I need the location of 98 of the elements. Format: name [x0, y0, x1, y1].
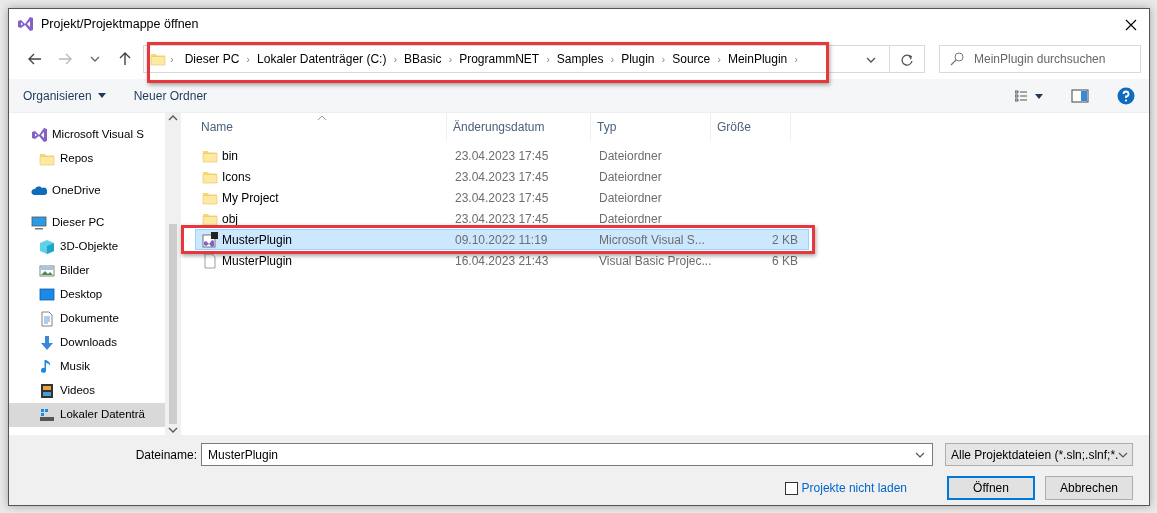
monitor-icon	[31, 215, 47, 231]
search-box[interactable]: MeinPlugin durchsuchen	[939, 45, 1141, 73]
caret-down-icon	[97, 93, 106, 100]
filename-label: Dateiname:	[135, 446, 197, 464]
picture-icon	[39, 263, 55, 279]
breadcrumb-item[interactable]: MeinPlugin	[724, 50, 791, 68]
sidebar-item[interactable]: OneDrive	[9, 179, 165, 203]
sidebar-item[interactable]: Downloads	[9, 331, 165, 355]
file-row[interactable]: bin 23.04.2023 17:45 Dateiordner	[195, 145, 809, 166]
checkbox[interactable]	[784, 481, 798, 495]
preview-pane-icon	[1071, 89, 1089, 104]
column-header[interactable]: Typ	[591, 113, 711, 141]
file-name: bin	[222, 147, 238, 165]
file-row[interactable]: My Project 23.04.2023 17:45 Dateiordner	[195, 187, 809, 208]
breadcrumb-separator: ›	[448, 51, 453, 67]
sidebar-item[interactable]: Videos	[9, 379, 165, 403]
file-name: MusterPlugin	[222, 252, 293, 270]
file-type: Microsoft Visual S...	[598, 231, 706, 249]
breadcrumb-item[interactable]: Lokaler Datenträger (C:)	[254, 50, 390, 68]
file-type: Visual Basic Projec...	[598, 252, 713, 270]
file-row[interactable]: MusterPlugin 16.04.2023 21:43 Visual Basic Projec... 6 KB	[195, 250, 809, 271]
breadcrumb-separator: ›	[393, 51, 398, 67]
file-icon	[202, 252, 218, 269]
sidebar-item[interactable]: Repos	[9, 147, 165, 171]
drive-icon	[39, 407, 55, 423]
details-view-icon	[1015, 90, 1043, 103]
help-button[interactable]	[1117, 86, 1135, 105]
down-arrow-icon	[39, 335, 55, 351]
search-icon	[950, 52, 964, 66]
breadcrumb-separator: ›	[246, 51, 251, 67]
open-button[interactable]: Öffnen	[947, 476, 1035, 500]
new-folder-button[interactable]: Neuer Ordner	[133, 86, 208, 105]
file-name: Icons	[222, 168, 251, 186]
address-bar[interactable]: › Dieser PC › Lokaler Datenträger (C:) › BBasic › ProgrammNET › Samples › Plugin › Source › MeinPlugin ›	[143, 45, 925, 73]
scrollbar[interactable]	[165, 113, 181, 435]
filename-combobox[interactable]: MusterPlugin	[201, 443, 933, 466]
file-row[interactable]: MusterPlugin 09.10.2022 11:19 Microsoft Visual S... 2 KB	[195, 229, 809, 250]
sidebar-item[interactable]: Bilder	[9, 259, 165, 283]
refresh-icon	[900, 52, 914, 67]
breadcrumb-item[interactable]: Samples	[553, 50, 607, 68]
breadcrumb-item[interactable]: Dieser PC	[181, 50, 243, 68]
file-name: obj	[222, 210, 238, 228]
file-size: 6 KB	[771, 252, 798, 270]
vs-logo-icon	[17, 16, 33, 32]
breadcrumb-separator: ›	[794, 51, 798, 67]
column-header[interactable]: Größe	[711, 113, 791, 141]
sidebar-item[interactable]: Lokaler Datenträ	[9, 403, 165, 427]
breadcrumb-item[interactable]: Source	[669, 50, 714, 68]
breadcrumb-separator: ›	[610, 51, 615, 67]
breadcrumb-separator: ›	[170, 51, 174, 67]
breadcrumb-item[interactable]: ProgrammNET	[456, 50, 543, 68]
chevron-down-icon	[168, 425, 178, 435]
breadcrumb-separator: ›	[546, 51, 550, 67]
film-icon	[39, 383, 55, 399]
solution-file-icon	[202, 231, 218, 248]
desktop-icon	[39, 287, 55, 303]
sidebar-item[interactable]: Dokumente	[9, 307, 165, 331]
file-date: 16.04.2023 21:43	[454, 252, 550, 270]
column-header[interactable]: Änderungsdatum	[447, 113, 591, 141]
sidebar-item[interactable]: Musik	[9, 355, 165, 379]
chevron-up-icon	[168, 113, 178, 123]
file-type: Dateiordner	[598, 168, 663, 186]
file-size: 2 KB	[771, 231, 798, 249]
file-type: Dateiordner	[598, 147, 663, 165]
organize-menu[interactable]: Organisieren	[23, 86, 106, 105]
up-arrow-icon	[117, 51, 133, 68]
sidebar-item[interactable]: Desktop	[9, 283, 165, 307]
file-type: Dateiordner	[598, 189, 663, 207]
breadcrumb-item[interactable]: Plugin	[618, 50, 658, 68]
checkbox-label[interactable]: Projekte nicht laden	[801, 479, 907, 497]
file-type-dropdown[interactable]: Alle Projektdateien (*.sln;.slnf;*.	[945, 443, 1133, 466]
file-date: 23.04.2023 17:45	[454, 168, 550, 186]
column-header[interactable]: Name	[187, 113, 447, 141]
file-name: MusterPlugin	[222, 231, 293, 249]
sidebar-item[interactable]: Dieser PC	[9, 211, 165, 235]
file-date: 09.10.2022 11:19	[454, 231, 549, 249]
file-date: 23.04.2023 17:45	[454, 210, 550, 228]
folder-icon	[150, 51, 166, 67]
file-type: Dateiordner	[598, 210, 663, 228]
folder-icon	[39, 151, 55, 167]
window-title: Projekt/Projektmappe öffnen	[41, 15, 199, 33]
file-date: 23.04.2023 17:45	[454, 189, 550, 207]
file-name: My Project	[222, 189, 279, 207]
cube-icon	[39, 239, 55, 255]
file-date: 23.04.2023 17:45	[454, 147, 550, 165]
breadcrumb-item[interactable]: BBasic	[401, 50, 445, 68]
breadcrumb-separator: ›	[717, 51, 721, 67]
help-icon	[1117, 86, 1135, 105]
file-row[interactable]: obj 23.04.2023 17:45 Dateiordner	[195, 208, 809, 229]
sidebar-item[interactable]: Microsoft Visual S	[9, 123, 165, 147]
document-icon	[39, 311, 55, 327]
preview-pane-button[interactable]	[1071, 86, 1089, 105]
cancel-button[interactable]: Abbrechen	[1045, 476, 1133, 500]
breadcrumb-separator: ›	[661, 51, 666, 67]
close-icon	[1125, 18, 1137, 31]
file-row[interactable]: Icons 23.04.2023 17:45 Dateiordner	[195, 166, 809, 187]
vs-logo-icon	[31, 127, 47, 143]
sidebar-item[interactable]: 3D-Objekte	[9, 235, 165, 259]
